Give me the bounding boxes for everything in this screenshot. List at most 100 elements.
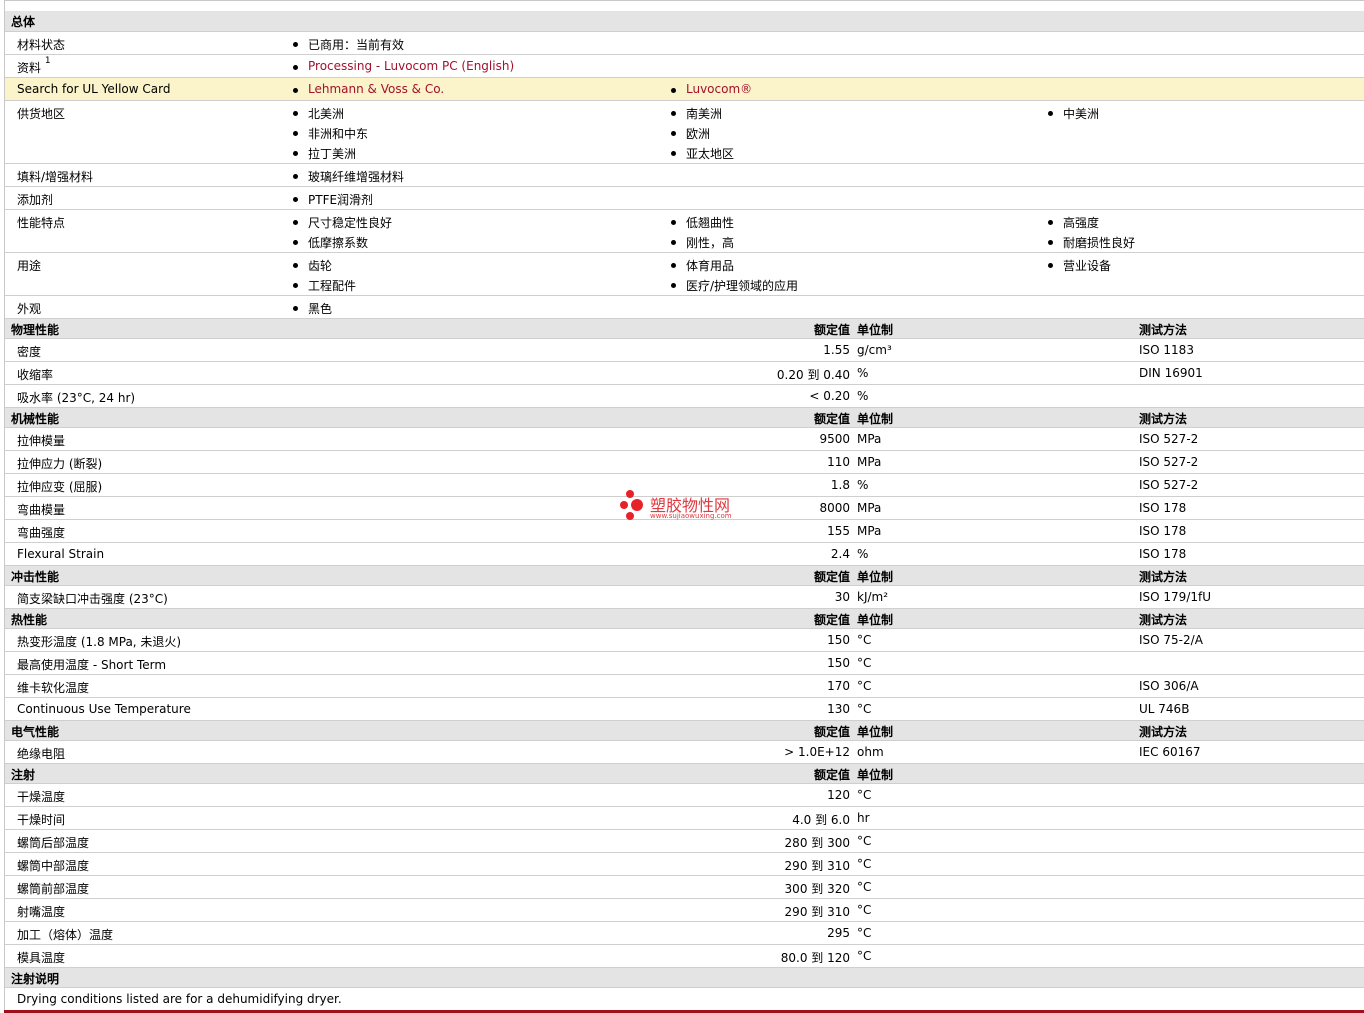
property-row: 收缩率 0.20 到 0.40 % DIN 16901 bbox=[5, 362, 1364, 385]
section-title: 冲击性能 bbox=[11, 570, 60, 584]
property-label: 弯曲模量 bbox=[17, 503, 66, 517]
property-label: 最高使用温度 - Short Term bbox=[17, 658, 167, 672]
property-row: 供货地区 北美洲 非洲和中东 拉丁美洲 南美洲 欧洲 亚太地区 中美洲 bbox=[5, 101, 1364, 164]
property-row: Continuous Use Temperature 130 °C UL 746… bbox=[5, 698, 1364, 721]
watermark-url: www.sujiaowuxing.com bbox=[650, 512, 732, 520]
watermark-logo-icon bbox=[626, 512, 634, 520]
notes-text: Drying conditions listed are for a dehum… bbox=[17, 992, 342, 1006]
unit-value: °C bbox=[857, 949, 872, 963]
property-label: 绝缘电阻 bbox=[17, 747, 66, 761]
section-title: 机械性能 bbox=[11, 412, 60, 426]
unit-value: °C bbox=[857, 702, 872, 716]
unit-value: °C bbox=[857, 880, 872, 894]
property-label: 收缩率 bbox=[17, 368, 54, 382]
property-label: Search for UL Yellow Card bbox=[17, 82, 171, 96]
list-item: 非洲和中东 bbox=[293, 125, 368, 142]
property-label: 模具温度 bbox=[17, 951, 66, 965]
list-item: 南美洲 bbox=[671, 105, 722, 122]
unit-value: °C bbox=[857, 633, 872, 647]
property-row: 添加剂 PTFE润滑剂 bbox=[5, 187, 1364, 210]
list-item: 齿轮 bbox=[293, 257, 332, 274]
test-method: ISO 1183 bbox=[1139, 343, 1194, 357]
property-row: 填料/增强材料 玻璃纤维增强材料 bbox=[5, 164, 1364, 187]
unit-value: % bbox=[857, 478, 869, 492]
property-row: 模具温度 80.0 到 120 °C bbox=[5, 945, 1364, 968]
list-item: 玻璃纤维增强材料 bbox=[293, 168, 404, 185]
section-title: 电气性能 bbox=[11, 725, 60, 739]
property-label: 维卡软化温度 bbox=[17, 681, 90, 695]
property-label: 干燥温度 bbox=[17, 790, 66, 804]
test-method-header: 测试方法 bbox=[1139, 613, 1188, 627]
unit-value: °C bbox=[857, 656, 872, 670]
nominal-value: 170 bbox=[827, 679, 850, 693]
watermark: 塑胶物性网 www.sujiaowuxing.com bbox=[620, 490, 760, 526]
list-item: 工程配件 bbox=[293, 277, 356, 294]
list-item: 体育用品 bbox=[671, 257, 734, 274]
nominal-header: 额定值 bbox=[813, 570, 850, 584]
list-item: 已商用：当前有效 bbox=[293, 36, 404, 53]
section-title: 热性能 bbox=[11, 613, 48, 627]
list-item: 低摩擦系数 bbox=[293, 234, 368, 251]
property-row: 热变形温度 (1.8 MPa, 未退火) 150 °C ISO 75-2/A bbox=[5, 629, 1364, 652]
property-label: 简支梁缺口冲击强度 (23°C) bbox=[17, 592, 168, 606]
processing-document-link[interactable]: Processing - Luvocom PC (English) bbox=[293, 59, 514, 73]
property-label: 密度 bbox=[17, 345, 42, 359]
test-method: ISO 178 bbox=[1139, 501, 1187, 515]
nominal-value: 150 bbox=[827, 633, 850, 647]
property-label: 螺筒前部温度 bbox=[17, 882, 90, 896]
watermark-logo-icon bbox=[631, 499, 643, 511]
unit-value: ohm bbox=[857, 745, 884, 759]
unit-value: °C bbox=[857, 926, 872, 940]
property-row: 干燥温度 120 °C bbox=[5, 784, 1364, 807]
section-header-physical: 物理性能 额定值 单位制 测试方法 bbox=[5, 319, 1364, 339]
property-row: 用途 齿轮 工程配件 体育用品 医疗/护理领域的应用 营业设备 bbox=[5, 253, 1364, 296]
list-item: 黑色 bbox=[293, 300, 332, 317]
watermark-logo-icon bbox=[620, 501, 628, 509]
unit-header: 单位制 bbox=[857, 412, 894, 426]
unit-value: MPa bbox=[857, 501, 882, 515]
unit-header: 单位制 bbox=[857, 570, 894, 584]
test-method: ISO 178 bbox=[1139, 547, 1187, 561]
nominal-header: 额定值 bbox=[813, 412, 850, 426]
nominal-value: 4.0 到 6.0 bbox=[792, 813, 850, 827]
test-method: ISO 75-2/A bbox=[1139, 633, 1203, 647]
property-label: 资料 1 bbox=[17, 56, 51, 75]
unit-value: MPa bbox=[857, 455, 882, 469]
property-row: 螺筒后部温度 280 到 300 °C bbox=[5, 830, 1364, 853]
list-item: 尺寸稳定性良好 bbox=[293, 214, 392, 231]
property-row: 材料状态 已商用：当前有效 bbox=[5, 32, 1364, 55]
brand-link[interactable]: Luvocom® bbox=[671, 82, 752, 96]
list-item: 北美洲 bbox=[293, 105, 344, 122]
nominal-value: 130 bbox=[827, 702, 850, 716]
nominal-value: 155 bbox=[827, 524, 850, 538]
nominal-header: 额定值 bbox=[813, 768, 850, 782]
property-row: 简支梁缺口冲击强度 (23°C) 30 kJ/m² ISO 179/1fU bbox=[5, 586, 1364, 609]
manufacturer-link[interactable]: Lehmann & Voss & Co. bbox=[293, 82, 444, 96]
section-title: 物理性能 bbox=[11, 323, 60, 337]
section-header-electrical: 电气性能 额定值 单位制 测试方法 bbox=[5, 721, 1364, 741]
list-item: 欧洲 bbox=[671, 125, 710, 142]
nominal-header: 额定值 bbox=[813, 613, 850, 627]
list-item: 医疗/护理领域的应用 bbox=[671, 277, 798, 294]
test-method: ISO 527-2 bbox=[1139, 455, 1199, 469]
nominal-value: 1.55 bbox=[823, 343, 850, 357]
nominal-value: < 0.20 bbox=[809, 389, 850, 403]
property-row: Flexural Strain 2.4 % ISO 178 bbox=[5, 543, 1364, 566]
test-method: IEC 60167 bbox=[1139, 745, 1201, 759]
list-item: 中美洲 bbox=[1048, 105, 1099, 122]
property-label: 吸水率 (23°C, 24 hr) bbox=[17, 391, 136, 405]
property-label: 拉伸应变 (屈服) bbox=[17, 480, 103, 494]
property-row: 绝缘电阻 > 1.0E+12 ohm IEC 60167 bbox=[5, 741, 1364, 764]
unit-value: MPa bbox=[857, 524, 882, 538]
property-row: 性能特点 尺寸稳定性良好 低摩擦系数 低翘曲性 刚性，高 高强度 耐磨损性良好 bbox=[5, 210, 1364, 253]
property-row: 螺筒中部温度 290 到 310 °C bbox=[5, 853, 1364, 876]
list-item: 亚太地区 bbox=[671, 145, 734, 162]
property-label: 外观 bbox=[17, 302, 42, 316]
property-row: 螺筒前部温度 300 到 320 °C bbox=[5, 876, 1364, 899]
nominal-value: 290 到 310 bbox=[784, 905, 850, 919]
test-method: ISO 179/1fU bbox=[1139, 590, 1212, 604]
nominal-header: 额定值 bbox=[813, 323, 850, 337]
unit-value: g/cm³ bbox=[857, 343, 892, 357]
property-row: 拉伸应力 (断裂) 110 MPa ISO 527-2 bbox=[5, 451, 1364, 474]
property-label: 螺筒后部温度 bbox=[17, 836, 90, 850]
